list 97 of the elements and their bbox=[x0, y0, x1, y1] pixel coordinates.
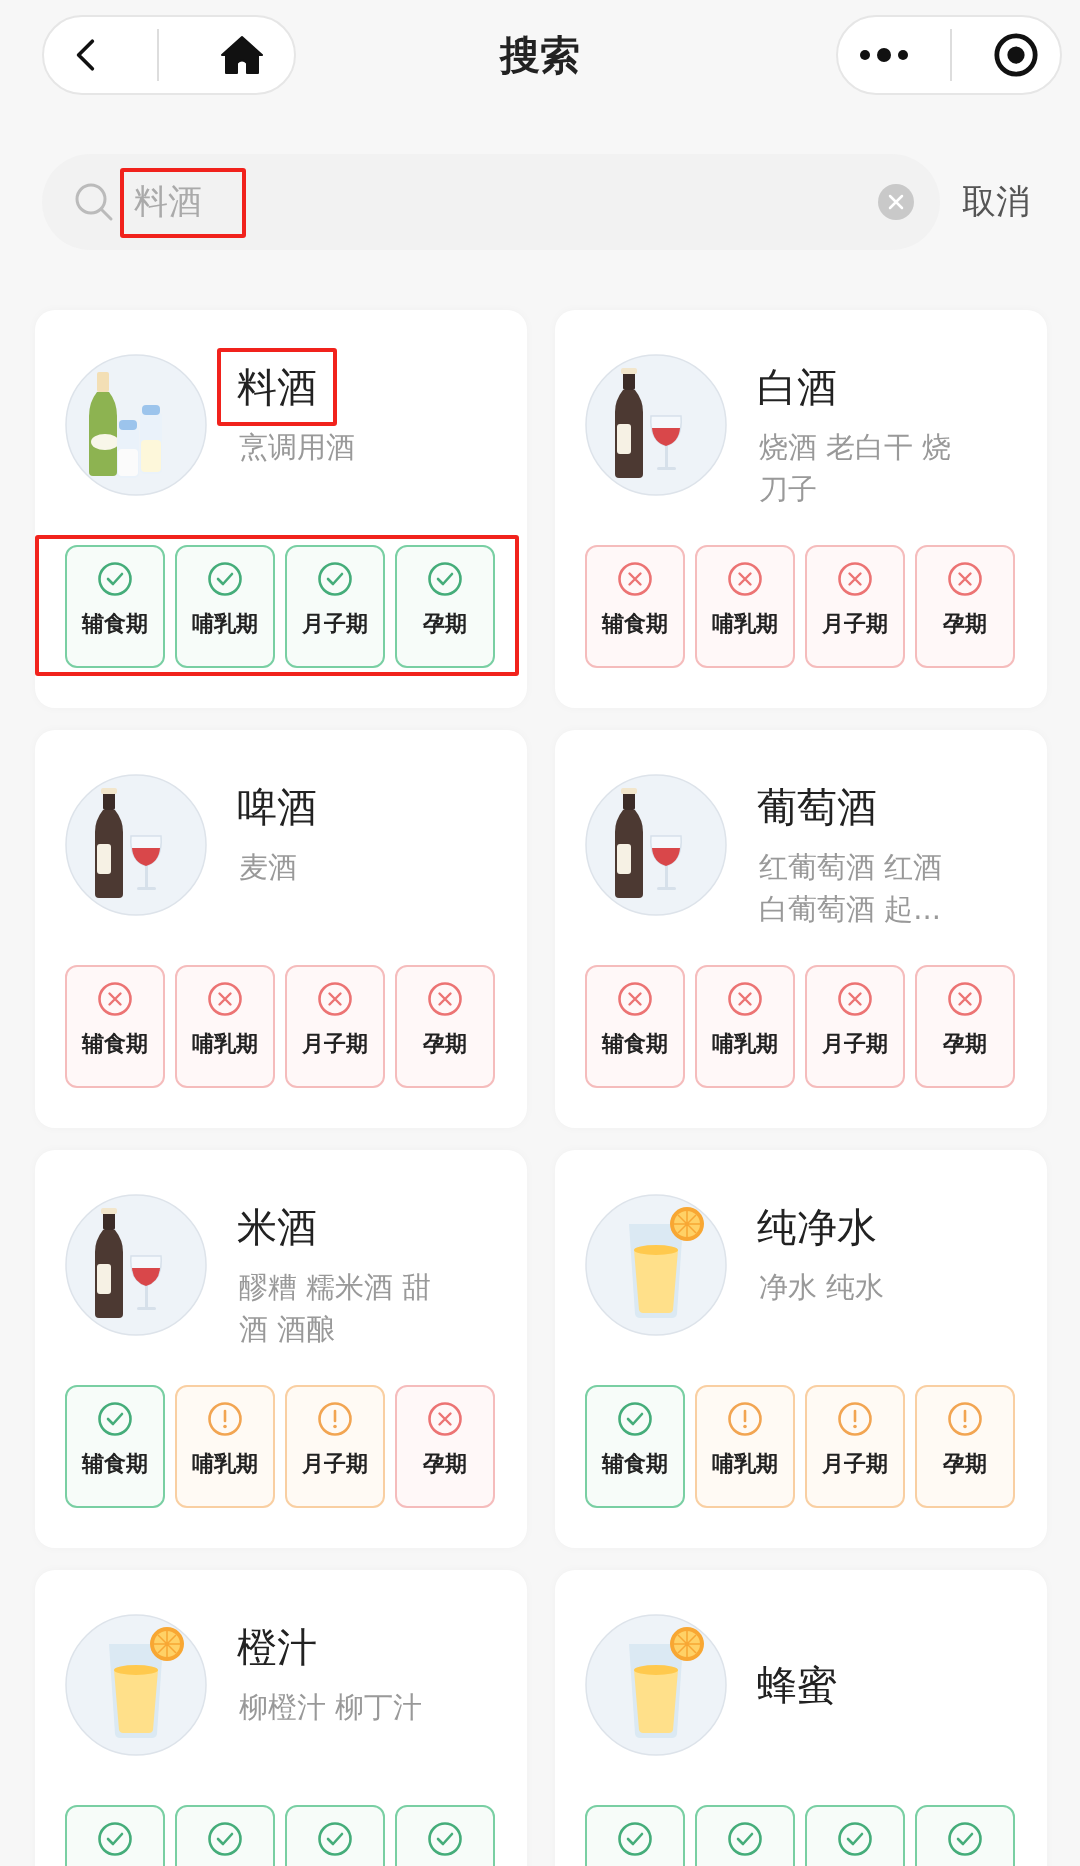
food-aliases: 酒 酒酿 bbox=[239, 1311, 336, 1348]
food-aliases: 醪糟 糯米酒 甜 bbox=[239, 1269, 432, 1306]
food-name: 白酒 bbox=[757, 363, 837, 412]
check-circle-icon bbox=[97, 1401, 133, 1437]
search-icon bbox=[74, 182, 114, 222]
food-name: 蜂蜜 bbox=[757, 1661, 837, 1710]
food-card[interactable]: 啤酒 麦酒 辅食期 哺乳期 月子期 孕期 bbox=[35, 730, 527, 1128]
cross-circle-icon bbox=[207, 981, 243, 1017]
juice-glass-icon bbox=[65, 1614, 207, 1756]
exclamation-circle-icon bbox=[317, 1401, 353, 1437]
check-circle-icon bbox=[97, 561, 133, 597]
food-aliases: 烹调用酒 bbox=[239, 429, 355, 466]
cross-circle-icon bbox=[947, 981, 983, 1017]
page-title: 搜索 bbox=[498, 30, 581, 80]
back-icon[interactable] bbox=[74, 38, 97, 72]
food-card[interactable]: 橙汁 柳橙汁 柳丁汁 bbox=[35, 1570, 527, 1866]
stage-label: 孕期 bbox=[423, 1030, 467, 1058]
food-aliases: 刀子 bbox=[759, 471, 817, 508]
juice-glass-icon bbox=[585, 1194, 727, 1336]
check-circle-icon bbox=[97, 1821, 133, 1857]
cross-circle-icon bbox=[97, 981, 133, 1017]
stage-label: 哺乳期 bbox=[192, 1450, 258, 1478]
close-target-icon[interactable] bbox=[993, 32, 1040, 78]
juice-glass-icon bbox=[585, 1614, 727, 1756]
check-circle-icon bbox=[317, 561, 353, 597]
cross-circle-icon bbox=[947, 561, 983, 597]
check-circle-icon bbox=[617, 1821, 653, 1857]
wine-bottle-and-glass-icon bbox=[585, 774, 727, 916]
food-aliases: 白葡萄酒 起... bbox=[759, 891, 941, 928]
food-name: 啤酒 bbox=[237, 783, 317, 832]
exclamation-circle-icon bbox=[947, 1401, 983, 1437]
cross-circle-icon bbox=[427, 1401, 463, 1437]
stage-label: 哺乳期 bbox=[712, 1450, 778, 1478]
food-card[interactable]: 蜂蜜 bbox=[555, 1570, 1047, 1866]
food-aliases: 柳橙汁 柳丁汁 bbox=[239, 1689, 423, 1726]
food-aliases: 净水 纯水 bbox=[759, 1269, 885, 1306]
stage-label: 哺乳期 bbox=[712, 610, 778, 638]
food-aliases: 烧酒 老白干 烧 bbox=[759, 429, 952, 466]
exclamation-circle-icon bbox=[727, 1401, 763, 1437]
food-name: 料酒 bbox=[237, 363, 317, 412]
more-icon[interactable] bbox=[858, 48, 909, 62]
stage-label: 哺乳期 bbox=[192, 1030, 258, 1058]
exclamation-circle-icon bbox=[207, 1401, 243, 1437]
stage-label: 月子期 bbox=[302, 610, 368, 638]
wine-bottle-and-glass-icon bbox=[65, 774, 207, 916]
stage-label: 辅食期 bbox=[602, 1450, 668, 1478]
food-name: 米酒 bbox=[237, 1203, 317, 1252]
stage-label: 月子期 bbox=[822, 1450, 888, 1478]
food-name: 纯净水 bbox=[757, 1203, 877, 1252]
wine-bottle-and-glass-icon bbox=[65, 1194, 207, 1336]
home-icon[interactable] bbox=[219, 35, 264, 75]
exclamation-circle-icon bbox=[837, 1401, 873, 1437]
stage-label: 孕期 bbox=[423, 1450, 467, 1478]
wine-bottle-and-glass-icon bbox=[585, 354, 727, 496]
stage-label: 月子期 bbox=[822, 610, 888, 638]
bottle-and-shakers-icon bbox=[65, 354, 207, 496]
food-card[interactable]: 白酒 烧酒 老白干 烧 刀子 辅食期 哺乳期 月子期 孕期 bbox=[555, 310, 1047, 708]
cross-circle-icon bbox=[837, 981, 873, 1017]
check-circle-icon bbox=[207, 1821, 243, 1857]
stage-label: 哺乳期 bbox=[192, 610, 258, 638]
cancel-button[interactable]: 取消 bbox=[962, 179, 1030, 225]
stage-label: 辅食期 bbox=[602, 1030, 668, 1058]
food-name: 橙汁 bbox=[237, 1623, 317, 1672]
check-circle-icon bbox=[617, 1401, 653, 1437]
stage-label: 月子期 bbox=[302, 1030, 368, 1058]
cross-circle-icon bbox=[727, 981, 763, 1017]
food-aliases: 红葡萄酒 红酒 bbox=[759, 849, 943, 886]
cross-circle-icon bbox=[727, 561, 763, 597]
check-circle-icon bbox=[207, 561, 243, 597]
stage-label: 月子期 bbox=[302, 1450, 368, 1478]
stage-label: 辅食期 bbox=[82, 1030, 148, 1058]
food-card[interactable]: 纯净水 净水 纯水 辅食期 哺乳期 月子期 孕期 bbox=[555, 1150, 1047, 1548]
check-circle-icon bbox=[317, 1821, 353, 1857]
check-circle-icon bbox=[727, 1821, 763, 1857]
stage-label: 孕期 bbox=[943, 610, 987, 638]
check-circle-icon bbox=[427, 1821, 463, 1857]
check-circle-icon bbox=[427, 561, 463, 597]
stage-label: 孕期 bbox=[423, 610, 467, 638]
check-circle-icon bbox=[947, 1821, 983, 1857]
check-circle-icon bbox=[837, 1821, 873, 1857]
food-name: 葡萄酒 bbox=[757, 783, 877, 832]
stage-label: 辅食期 bbox=[82, 610, 148, 638]
stage-label: 哺乳期 bbox=[712, 1030, 778, 1058]
stage-label: 辅食期 bbox=[602, 610, 668, 638]
cross-circle-icon bbox=[617, 561, 653, 597]
cross-circle-icon bbox=[317, 981, 353, 1017]
stage-label: 孕期 bbox=[943, 1030, 987, 1058]
stage-label: 辅食期 bbox=[82, 1450, 148, 1478]
cross-circle-icon bbox=[427, 981, 463, 1017]
food-card[interactable]: 葡萄酒 红葡萄酒 红酒 白葡萄酒 起... 辅食期 哺乳期 月子期 孕期 bbox=[555, 730, 1047, 1128]
stage-label: 孕期 bbox=[943, 1450, 987, 1478]
food-card[interactable]: 料酒 烹调用酒 辅食期 哺乳期 月子期 孕期 bbox=[35, 310, 527, 708]
food-card[interactable]: 米酒 醪糟 糯米酒 甜 酒 酒酿 辅食期 哺乳期 月子期 孕期 bbox=[35, 1150, 527, 1548]
food-aliases: 麦酒 bbox=[239, 849, 297, 886]
stage-label: 月子期 bbox=[822, 1030, 888, 1058]
cross-circle-icon bbox=[837, 561, 873, 597]
cross-circle-icon bbox=[617, 981, 653, 1017]
